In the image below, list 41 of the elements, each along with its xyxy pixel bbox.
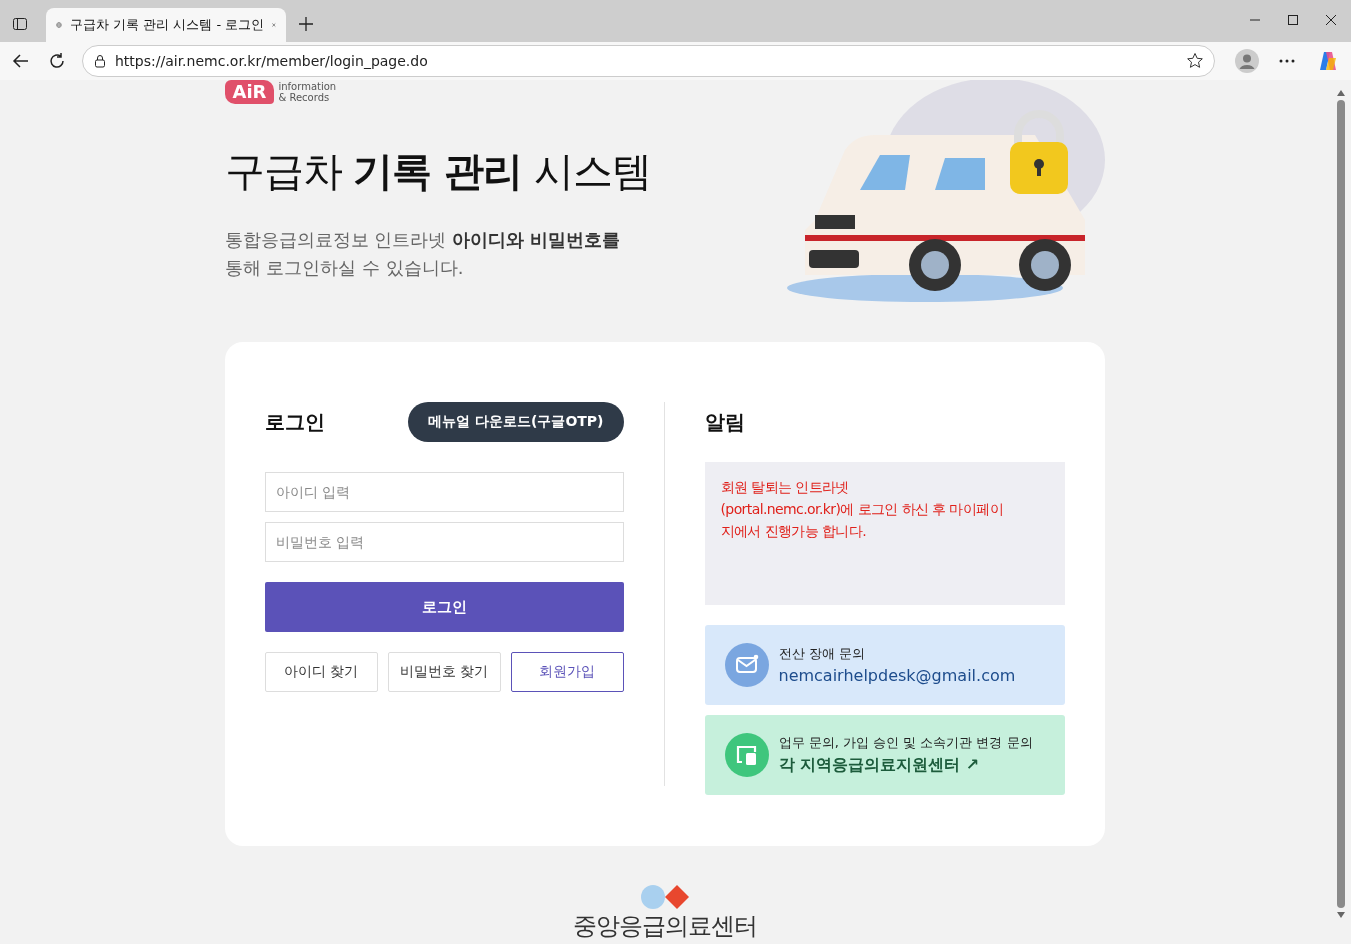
tab-title: 구급차 기록 관리 시스템 - 로그인 <box>69 16 265 34</box>
star-icon[interactable] <box>1186 52 1204 70</box>
login-heading: 로그인 <box>264 408 325 436</box>
sidebar-toggle-icon[interactable] <box>12 16 28 32</box>
contact-label: 전산 장애 문의 <box>778 645 866 663</box>
login-button[interactable]: 로그인 <box>264 582 624 632</box>
contact-label: 업무 문의, 가입 승인 및 소속기관 변경 문의 <box>778 734 1033 752</box>
page-description: 통합응급의료정보 인트라넷 아이디와 비밀번호를 통해 로그인하실 수 있습니다. <box>224 228 622 280</box>
address-bar[interactable]: https://air.nemc.or.kr/member/login_page.do <box>82 45 1215 77</box>
page-title: 구급차 기록 관리 시스템 <box>224 147 651 196</box>
support-center-link[interactable]: 각 지역응급의료지원센터 ↗ <box>778 755 1033 776</box>
find-button[interactable]: 비밀번호 찾기 <box>387 652 501 692</box>
back-icon[interactable] <box>12 52 30 70</box>
notice-heading: 알림 <box>704 409 746 436</box>
lock-icon <box>93 54 107 68</box>
manual-download-button[interactable]: 메뉴얼 다운로드(구글OTP) <box>408 402 624 442</box>
circle-diamond-icon <box>639 884 690 910</box>
devices-icon <box>724 733 769 777</box>
scroll-down-icon[interactable] <box>1337 912 1345 918</box>
find-button[interactable]: 아이디 찾기 <box>264 652 378 692</box>
logo-text: & Records <box>278 92 331 103</box>
reload-icon[interactable] <box>48 52 66 70</box>
signup-button[interactable]: 회원가입 <box>510 652 624 692</box>
helpdesk-card[interactable]: 전산 장애 문의 nemcairhelpdesk@gmail.com <box>704 625 1065 705</box>
more-icon[interactable] <box>1279 59 1295 63</box>
organization-name: 중앙응급의료센터 <box>572 911 757 942</box>
browser-tab[interactable]: 구급차 기록 관리 시스템 - 로그인 <box>46 8 286 42</box>
new-tab-icon[interactable] <box>298 16 314 32</box>
url-text: https://air.nemc.or.kr/member/login_page.do <box>115 53 429 69</box>
logo[interactable]: AiR information & Records <box>224 80 651 106</box>
profile-icon[interactable] <box>1235 49 1259 73</box>
email-link[interactable]: nemcairhelpdesk@gmail.com <box>778 666 1016 685</box>
support-center-card[interactable]: 업무 문의, 가입 승인 및 소속기관 변경 문의 각 지역응급의료지원센터 ↗ <box>704 715 1065 795</box>
logo-mark: AiR <box>224 80 275 104</box>
notice-message: 회원 탈퇴는 인트라넷 (portal.nemc.or.kr)에 로그인 하신 후 마이페이 지에서 진행가능 합니다. <box>704 462 1065 605</box>
maximize-icon[interactable] <box>1287 14 1299 26</box>
scroll-up-icon[interactable] <box>1337 90 1345 96</box>
mail-icon <box>724 643 769 687</box>
id-input[interactable]: 아이디 입력 <box>264 472 624 512</box>
logo-text: information <box>278 81 337 92</box>
password-input[interactable]: 비밀번호 입력 <box>264 522 624 562</box>
